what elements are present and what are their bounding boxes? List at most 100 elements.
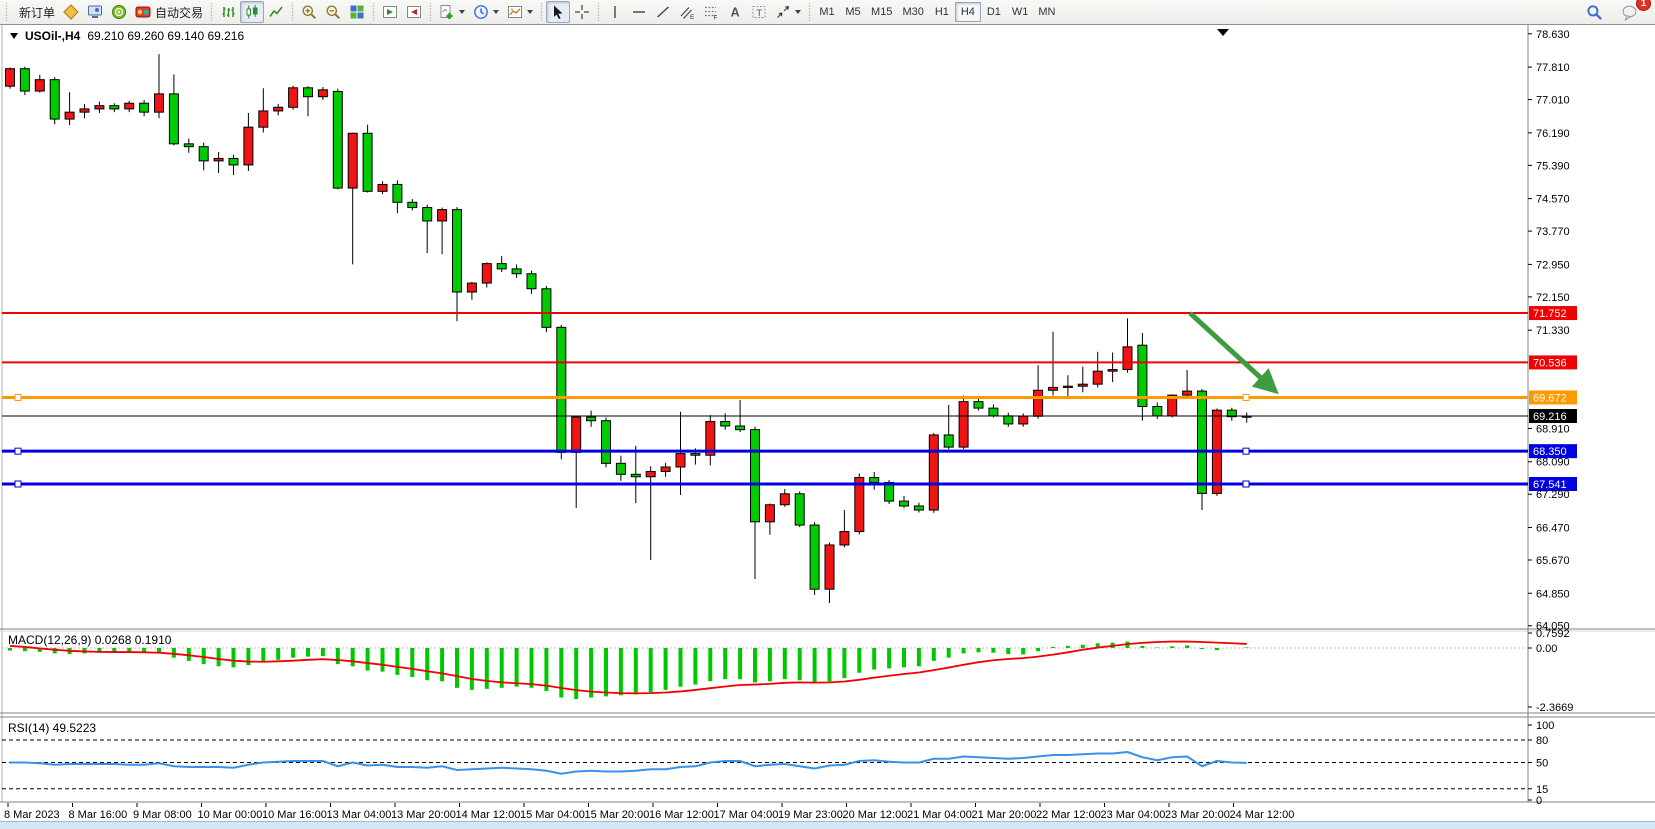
timeframe-d1[interactable]: D1 bbox=[981, 2, 1007, 22]
shapes-icon bbox=[775, 4, 791, 20]
templates-button[interactable] bbox=[503, 1, 537, 23]
line-chart-button[interactable] bbox=[264, 1, 288, 23]
svg-text:17 Mar 04:00: 17 Mar 04:00 bbox=[714, 809, 779, 821]
search-button[interactable] bbox=[1582, 1, 1607, 23]
arrange-charts-button[interactable] bbox=[378, 1, 402, 23]
svg-text:78.630: 78.630 bbox=[1536, 29, 1570, 41]
zoom-out-button[interactable] bbox=[321, 1, 345, 23]
macd-panel: 0.75920.00-2.3669 bbox=[2, 628, 1573, 714]
price-axis: 78.63077.81077.01076.19075.39074.57073.7… bbox=[1528, 29, 1570, 633]
candle bbox=[944, 435, 953, 447]
svg-text:T: T bbox=[756, 8, 762, 19]
candle bbox=[110, 106, 119, 109]
timeframe-m30[interactable]: M30 bbox=[897, 2, 928, 22]
charts-window-button[interactable] bbox=[59, 1, 83, 23]
timeframe-h1[interactable]: H1 bbox=[929, 2, 955, 22]
macd-signal-line bbox=[10, 642, 1247, 694]
zoom-in-icon bbox=[301, 4, 317, 20]
auto-trading-button[interactable]: 自动交易 bbox=[131, 1, 207, 23]
symbol-collapse-icon[interactable] bbox=[10, 33, 18, 39]
tiles-icon bbox=[349, 4, 365, 20]
timeframe-w1[interactable]: W1 bbox=[1007, 2, 1034, 22]
timeframe-toolbar: M1M5M15M30H1H4D1W1MN bbox=[814, 0, 1060, 25]
bars-icon bbox=[220, 4, 236, 20]
vertical-line-button[interactable] bbox=[603, 1, 627, 23]
equidistant-channel-button[interactable]: E bbox=[675, 1, 699, 23]
zoom-in-button[interactable] bbox=[297, 1, 321, 23]
candle bbox=[914, 506, 923, 510]
candle bbox=[840, 532, 849, 545]
candle bbox=[467, 283, 476, 292]
notifications-button[interactable]: 1 bbox=[1617, 1, 1643, 23]
indicators-button[interactable] bbox=[435, 1, 469, 23]
crosshair-button[interactable] bbox=[570, 1, 594, 23]
line-handle[interactable] bbox=[1243, 481, 1249, 487]
clock-icon bbox=[473, 4, 489, 20]
bar-chart-button[interactable] bbox=[216, 1, 240, 23]
fibonacci-button[interactable]: F bbox=[699, 1, 723, 23]
svg-text:50: 50 bbox=[1536, 758, 1548, 770]
timeframe-m15[interactable]: M15 bbox=[866, 2, 897, 22]
fibo-icon: F bbox=[703, 4, 719, 20]
timeframe-mn[interactable]: MN bbox=[1033, 2, 1060, 22]
market-watch-button[interactable] bbox=[83, 1, 107, 23]
candle bbox=[169, 94, 178, 144]
candle bbox=[378, 184, 387, 191]
candle bbox=[1123, 347, 1132, 370]
svg-text:72.150: 72.150 bbox=[1536, 292, 1570, 304]
candle bbox=[125, 103, 134, 109]
svg-text:66.470: 66.470 bbox=[1536, 522, 1570, 534]
new-order-button[interactable]: 新订单 bbox=[11, 1, 59, 23]
svg-text:A: A bbox=[731, 6, 740, 20]
scroll-end-marker[interactable] bbox=[1217, 29, 1229, 36]
timeframe-m1[interactable]: M1 bbox=[814, 2, 840, 22]
toolbar-grip bbox=[4, 3, 9, 21]
candle bbox=[214, 158, 223, 160]
timeframe-m5[interactable]: M5 bbox=[840, 2, 866, 22]
periods-button[interactable] bbox=[469, 1, 503, 23]
trendline-button[interactable] bbox=[651, 1, 675, 23]
candle bbox=[1078, 384, 1087, 386]
chart-canvas[interactable]: 71.75270.53669.67269.21668.35067.54178.6… bbox=[0, 25, 1655, 829]
candle bbox=[527, 274, 536, 289]
timeframe-h4[interactable]: H4 bbox=[955, 2, 981, 22]
arrows-button[interactable] bbox=[771, 1, 805, 23]
dropdown-caret-icon bbox=[795, 10, 801, 14]
candle bbox=[557, 327, 566, 452]
line-handle[interactable] bbox=[1243, 394, 1249, 400]
candlestick-chart-button[interactable] bbox=[240, 1, 264, 23]
text-button[interactable]: A bbox=[723, 1, 747, 23]
candle bbox=[1153, 407, 1162, 416]
toolbar-grip bbox=[428, 3, 433, 21]
candle bbox=[929, 435, 938, 510]
text-label-button[interactable]: T bbox=[747, 1, 771, 23]
vline-icon bbox=[607, 4, 623, 20]
candles-icon bbox=[244, 4, 260, 20]
svg-text:65.670: 65.670 bbox=[1536, 555, 1570, 567]
svg-text:21 Mar 20:00: 21 Mar 20:00 bbox=[972, 809, 1037, 821]
candle bbox=[676, 454, 685, 467]
svg-text:68.090: 68.090 bbox=[1536, 457, 1570, 469]
svg-text:76.190: 76.190 bbox=[1536, 128, 1570, 140]
signals-button[interactable] bbox=[107, 1, 131, 23]
line-handle[interactable] bbox=[1243, 448, 1249, 454]
channel-icon: E bbox=[679, 4, 695, 20]
svg-text:77.810: 77.810 bbox=[1536, 62, 1570, 74]
indicator-icon bbox=[439, 4, 455, 20]
toolbar-group bbox=[378, 0, 426, 25]
line-handle[interactable] bbox=[15, 394, 21, 400]
svg-text:8 Mar 16:00: 8 Mar 16:00 bbox=[69, 809, 128, 821]
svg-text:100: 100 bbox=[1536, 720, 1554, 732]
horizontal-line-button[interactable] bbox=[627, 1, 651, 23]
line-handle[interactable] bbox=[15, 481, 21, 487]
svg-text:69.672: 69.672 bbox=[1533, 392, 1567, 404]
line-handle[interactable] bbox=[15, 448, 21, 454]
dropdown-caret-icon bbox=[493, 10, 499, 14]
zoom-out-icon bbox=[325, 4, 341, 20]
tile-windows-button[interactable] bbox=[345, 1, 369, 23]
candle bbox=[1093, 371, 1102, 384]
main-toolbar: 新订单 自动交易 EFA T M1M5M15M30H1H4D1W1MN 1 bbox=[0, 0, 1655, 25]
cursor-button[interactable] bbox=[546, 1, 570, 23]
shift-chart-button[interactable] bbox=[402, 1, 426, 23]
trend-arrow-annotation[interactable] bbox=[1190, 313, 1273, 389]
